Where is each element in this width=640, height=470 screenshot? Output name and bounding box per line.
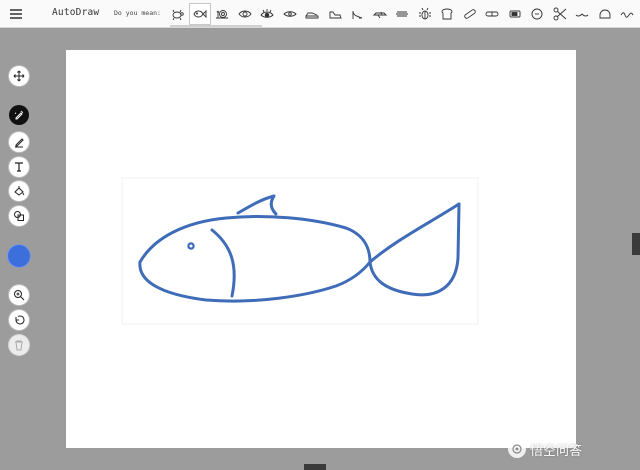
- app-title: AutoDraw: [52, 7, 100, 18]
- suggestion-eye-outline[interactable]: [279, 3, 302, 25]
- eye-icon: [238, 10, 252, 18]
- shoe-icon: [329, 11, 342, 19]
- fish-eye: [187, 242, 195, 250]
- right-scroll-handle[interactable]: [632, 233, 640, 255]
- suggestion-airplane[interactable]: [369, 3, 392, 25]
- paint-bucket-icon: [14, 186, 25, 196]
- caterpillar-icon: [396, 11, 409, 17]
- fish-icon: [193, 9, 207, 19]
- airplane-icon: [372, 11, 387, 19]
- suggestion-helmet[interactable]: [594, 3, 617, 25]
- move-tool-button[interactable]: [9, 66, 29, 86]
- suggestion-eye-lashes[interactable]: [256, 3, 279, 25]
- high-heel-icon: [352, 10, 363, 19]
- suggestion-beetle[interactable]: [414, 3, 437, 25]
- type-tool-button[interactable]: [9, 157, 29, 177]
- suggestion-scroll-indicator: [170, 25, 262, 27]
- trash-icon: [15, 340, 23, 351]
- suggestion-pill[interactable]: [481, 3, 504, 25]
- zoom-tool-button[interactable]: [9, 285, 29, 305]
- snail-icon: [216, 10, 229, 19]
- suggestion-fish[interactable]: [188, 3, 211, 25]
- coin-icon: [531, 8, 543, 20]
- fish-body-lower: [138, 260, 372, 303]
- top-bar: AutoDraw Do you mean:: [0, 0, 640, 28]
- undo-icon: [15, 315, 25, 325]
- fish-drawing: [121, 177, 479, 325]
- pill-capsule-icon: [485, 11, 499, 17]
- draw-tool-button[interactable]: [9, 132, 29, 152]
- suggestion-snail[interactable]: [211, 3, 234, 25]
- zoom-icon: [14, 290, 25, 301]
- suggestion-caterpillar[interactable]: [391, 3, 414, 25]
- autodraw-tool-button[interactable]: [9, 105, 29, 125]
- suggestion-strip: [166, 3, 640, 25]
- bottom-scroll-handle[interactable]: [304, 464, 326, 470]
- turtle-icon: [172, 9, 184, 21]
- delete-tool-button[interactable]: [9, 335, 29, 355]
- fish-strokes: [138, 194, 461, 303]
- battery-icon: [509, 10, 521, 18]
- sneaker-icon: [305, 12, 319, 19]
- scissors-icon: [553, 7, 567, 21]
- fish-gill: [210, 228, 236, 298]
- watermark: 悟空问答: [508, 436, 582, 462]
- eye-outline-icon: [283, 11, 297, 17]
- shape-tool-button[interactable]: [9, 206, 29, 226]
- text-icon: [15, 162, 23, 172]
- fish-fin: [236, 194, 278, 216]
- color-picker-swatch[interactable]: [8, 245, 30, 267]
- suggestion-shoe[interactable]: [324, 3, 347, 25]
- suggestions-label: Do you mean:: [114, 9, 161, 17]
- suggestion-turtle[interactable]: [166, 3, 189, 25]
- suggestion-bandage[interactable]: [459, 3, 482, 25]
- suggestion-eye[interactable]: [234, 3, 257, 25]
- fill-tool-button[interactable]: [9, 181, 29, 201]
- suggestion-scissors[interactable]: [549, 3, 572, 25]
- eye-lashes-icon: [260, 9, 274, 18]
- drawing-canvas[interactable]: [66, 50, 576, 448]
- suggestion-toast[interactable]: [436, 3, 459, 25]
- mustache-icon: [575, 13, 589, 17]
- undo-tool-button[interactable]: [9, 310, 29, 330]
- shapes-icon: [14, 211, 24, 221]
- wukong-logo-icon: [508, 440, 526, 458]
- fish-tail: [368, 202, 461, 264]
- suggestion-coin[interactable]: [526, 3, 549, 25]
- squiggle-icon: [620, 12, 634, 18]
- suggestion-mustache[interactable]: [571, 3, 594, 25]
- left-toolbar: [0, 29, 40, 470]
- helmet-icon: [599, 9, 611, 19]
- beetle-icon: [418, 7, 431, 20]
- autodraw-pen-icon: [14, 110, 24, 120]
- suggestion-high-heel[interactable]: [346, 3, 369, 25]
- watermark-text: 悟空问答: [530, 443, 583, 459]
- fish-body-upper: [138, 202, 461, 297]
- suggestion-battery[interactable]: [504, 3, 527, 25]
- toast-icon: [441, 8, 453, 20]
- selection-box: [121, 177, 479, 325]
- suggestion-sneaker[interactable]: [301, 3, 324, 25]
- suggestion-squiggle[interactable]: [616, 3, 639, 25]
- pencil-icon: [15, 138, 24, 148]
- hamburger-menu-icon[interactable]: [8, 6, 24, 22]
- bandage-icon: [464, 9, 476, 19]
- move-icon: [13, 70, 25, 82]
